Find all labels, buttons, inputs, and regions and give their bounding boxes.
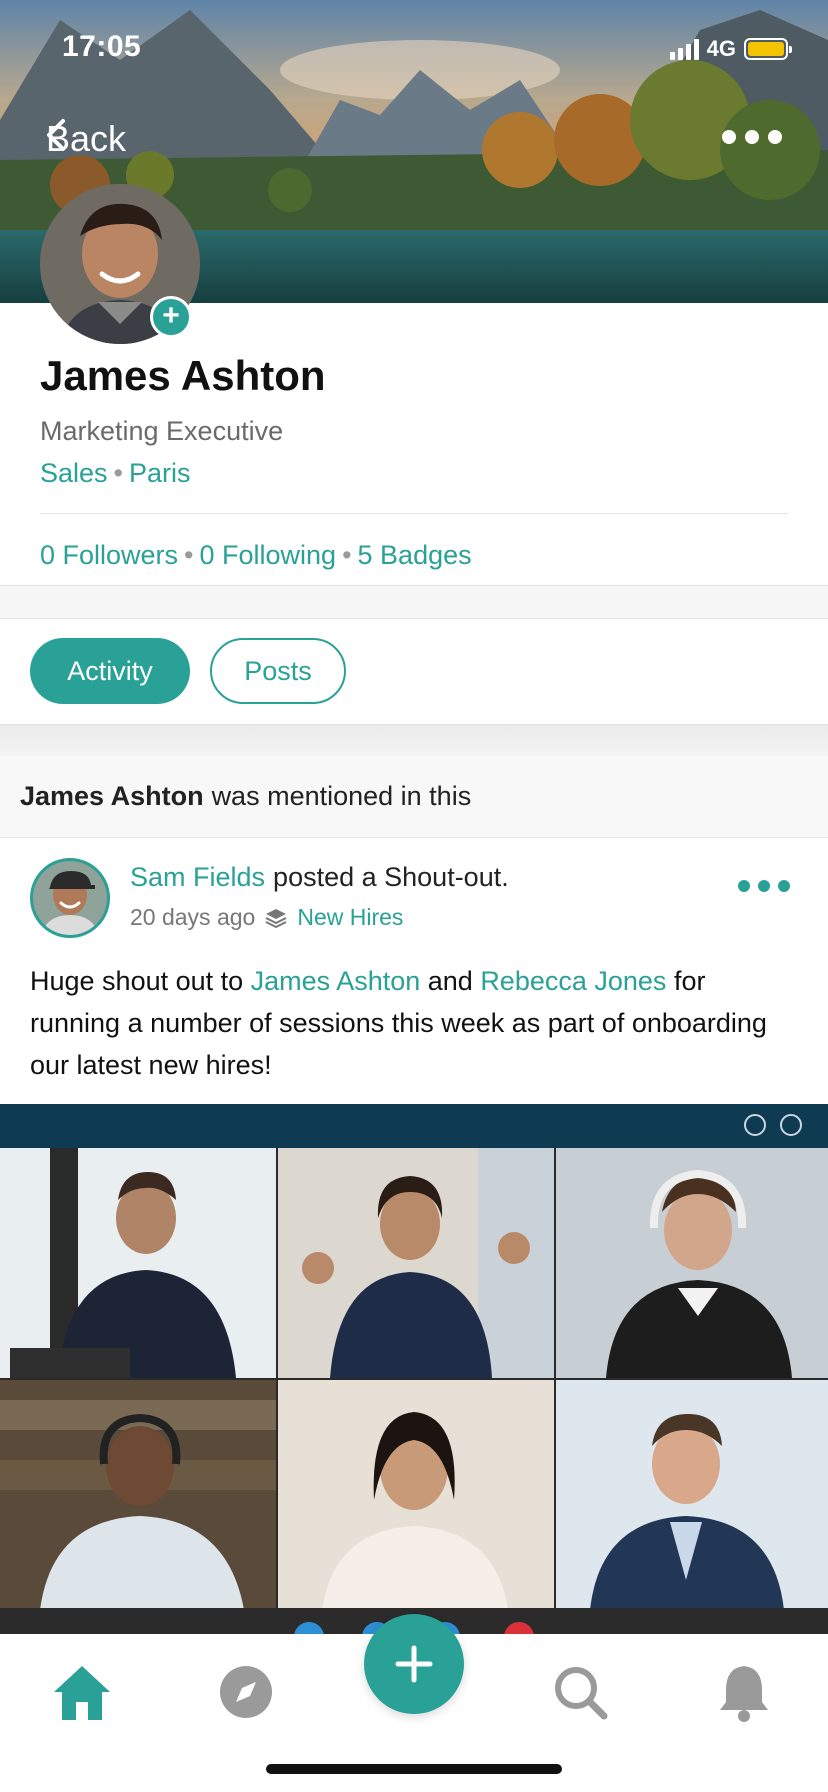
mention-header: James Ashton was mentioned in this xyxy=(0,756,828,838)
nav-notifications[interactable] xyxy=(708,1656,780,1728)
tab-posts[interactable]: Posts xyxy=(210,638,346,704)
create-post-button[interactable] xyxy=(364,1614,464,1714)
status-indicators: 4G xyxy=(669,36,792,62)
profile-stats: 0 Followers • 0 Following • 5 Badges xyxy=(40,540,472,570)
mention-link[interactable]: Rebecca Jones xyxy=(480,966,666,996)
post-action: posted a Shout-out. xyxy=(273,862,509,892)
post-image[interactable] xyxy=(0,1104,828,1634)
dot-icon xyxy=(722,130,736,144)
followers-link[interactable]: 0 Followers xyxy=(40,540,178,570)
camera-icon xyxy=(294,1622,324,1634)
divider xyxy=(40,513,788,514)
battery-icon xyxy=(744,38,792,60)
following-link[interactable]: 0 Following xyxy=(200,540,337,570)
more-options-button[interactable] xyxy=(722,130,782,144)
plus-icon xyxy=(395,1645,433,1683)
person-portrait xyxy=(0,1380,276,1610)
video-call-grid xyxy=(0,1148,828,1610)
home-indicator xyxy=(266,1764,562,1774)
search-icon xyxy=(555,1667,608,1720)
participant-tile xyxy=(556,1380,828,1610)
mention-text: was mentioned in this xyxy=(211,781,472,811)
profile-name: James Ashton xyxy=(40,352,326,399)
person-portrait xyxy=(278,1380,554,1610)
post-time: 20 days ago xyxy=(130,904,256,930)
nav-home[interactable] xyxy=(46,1656,118,1728)
profile-tabs: Activity Posts xyxy=(30,638,346,704)
participant-tile xyxy=(278,1380,554,1610)
signal-icon xyxy=(669,38,699,60)
location-link[interactable]: Paris xyxy=(129,458,191,488)
nav-explore[interactable] xyxy=(210,1656,282,1728)
minimize-icon xyxy=(744,1114,766,1136)
dot-icon xyxy=(758,880,770,892)
section-separator xyxy=(0,724,828,756)
participant-tile xyxy=(278,1148,554,1378)
badges-link[interactable]: 5 Badges xyxy=(358,540,472,570)
back-button[interactable]: Back xyxy=(46,118,126,160)
status-time: 17:05 xyxy=(62,30,142,63)
post-options-button[interactable] xyxy=(738,880,790,892)
post-text: Huge shout out to xyxy=(30,966,251,996)
mention-name: James Ashton xyxy=(20,781,204,811)
post-meta: 20 days ago New Hires xyxy=(130,904,403,931)
post-author-link[interactable]: Sam Fields xyxy=(130,862,265,892)
person-portrait xyxy=(556,1148,828,1378)
network-label: 4G xyxy=(706,36,736,61)
nav-search[interactable] xyxy=(544,1656,616,1728)
mention-link[interactable]: James Ashton xyxy=(251,966,421,996)
person-portrait xyxy=(556,1380,828,1610)
layers-icon xyxy=(265,908,287,928)
person-portrait xyxy=(33,861,107,935)
call-window-bar xyxy=(0,1104,828,1148)
participant-tile xyxy=(556,1148,828,1378)
expand-icon xyxy=(780,1114,802,1136)
dot-icon xyxy=(768,130,782,144)
profile-job-title: Marketing Executive xyxy=(40,416,284,446)
participant-tile xyxy=(0,1148,276,1378)
dot-icon xyxy=(738,880,750,892)
person-portrait xyxy=(278,1148,554,1378)
tab-activity[interactable]: Activity xyxy=(30,638,190,704)
compass-icon xyxy=(220,1666,272,1718)
post-author-avatar[interactable] xyxy=(30,858,110,938)
bell-icon xyxy=(720,1666,768,1722)
add-photo-button[interactable]: + xyxy=(150,296,192,338)
participant-tile xyxy=(0,1380,276,1610)
dot-icon xyxy=(745,130,759,144)
end-call-icon xyxy=(504,1622,534,1634)
chevron-left-icon xyxy=(47,119,65,151)
department-link[interactable]: Sales xyxy=(40,458,108,488)
dot-icon xyxy=(778,880,790,892)
home-icon xyxy=(54,1666,110,1720)
post-headline: Sam Fields posted a Shout-out. xyxy=(130,862,509,893)
profile-location-line: Sales • Paris xyxy=(40,458,191,488)
section-separator xyxy=(0,585,828,619)
person-portrait xyxy=(0,1148,276,1378)
post-text: and xyxy=(420,966,481,996)
post-body: Huge shout out to James Ashton and Rebec… xyxy=(30,960,800,1086)
post-group-link[interactable]: New Hires xyxy=(297,904,403,931)
